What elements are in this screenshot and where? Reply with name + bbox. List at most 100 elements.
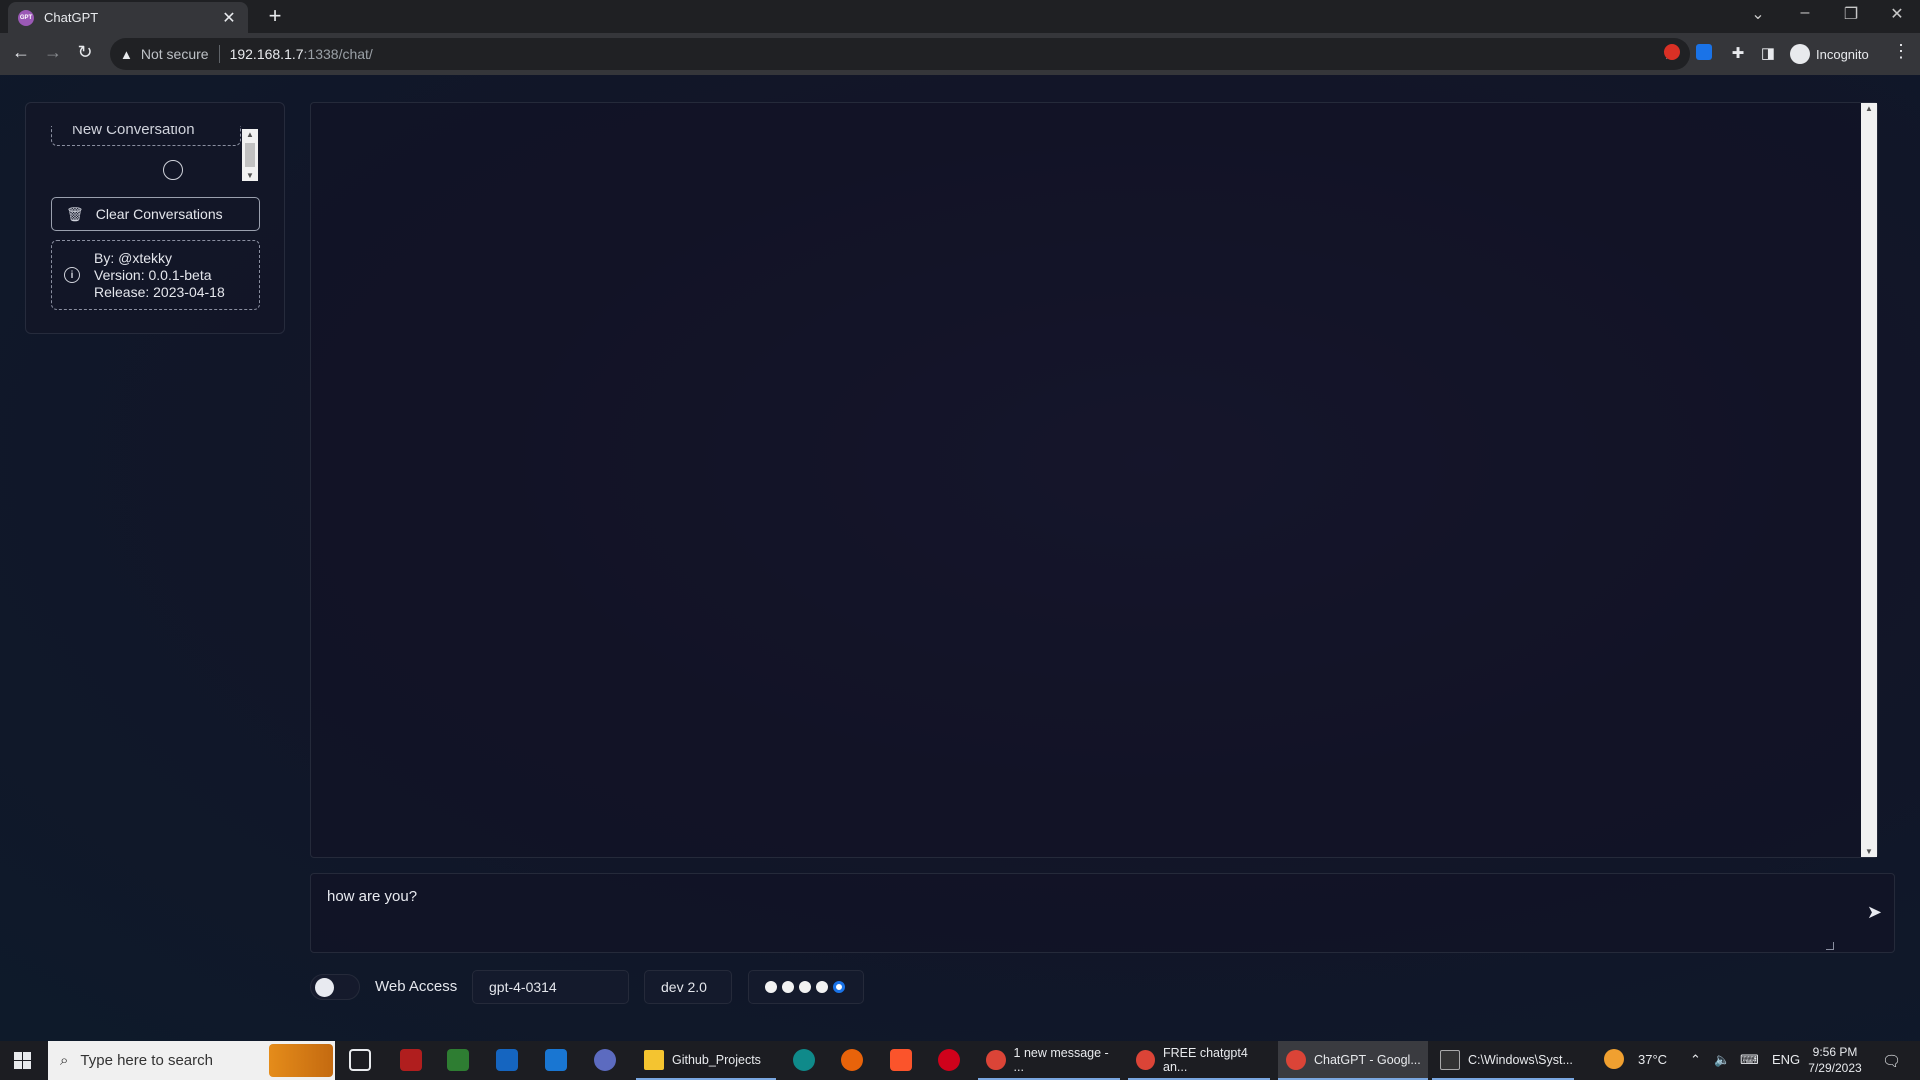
new-conversation-button[interactable]: New Conversation xyxy=(51,126,241,146)
incognito-profile-button[interactable]: Incognito xyxy=(1790,41,1869,67)
firefox-icon[interactable] xyxy=(841,1049,863,1071)
forward-arrow-icon[interactable]: → xyxy=(41,42,65,63)
edge-icon[interactable] xyxy=(793,1049,815,1071)
taskbar-item-label: C:\Windows\Syst... xyxy=(1468,1052,1573,1067)
version-text: Version: 0.0.1-beta xyxy=(94,266,212,283)
clock-date: 7/29/2023 xyxy=(1808,1061,1862,1075)
chat-page: New Conversation ▲ ▼ 🗑 Clear Conversatio… xyxy=(0,75,1920,1041)
app-purple-icon[interactable] xyxy=(594,1049,616,1071)
language-indicator[interactable]: ENG xyxy=(1772,1052,1800,1067)
url-host: 192.168.1.7 xyxy=(229,46,304,62)
style-radio-group xyxy=(748,970,864,1004)
clock-time: 9:56 PM xyxy=(1812,1045,1858,1059)
chrome-icon xyxy=(986,1049,1006,1070)
jailbreak-select[interactable]: dev 2.0 xyxy=(644,970,732,1004)
style-radio-2[interactable] xyxy=(782,981,794,993)
send-icon[interactable]: ➤ xyxy=(1867,902,1882,923)
style-radio-5[interactable] xyxy=(833,981,845,993)
weather-icon[interactable] xyxy=(1604,1049,1624,1069)
clear-conversations-label: Clear Conversations xyxy=(95,206,223,222)
incognito-label: Incognito xyxy=(1816,46,1869,62)
notifications-icon[interactable]: 🗨 xyxy=(1882,1052,1901,1070)
jailbreak-select-value: dev 2.0 xyxy=(661,979,707,995)
browser-tab[interactable]: GPT ChatGPT ✕ xyxy=(8,2,248,33)
taskbar-search-placeholder: Type here to search xyxy=(80,1052,213,1069)
keyboard-icon[interactable]: ⌨ xyxy=(1740,1052,1759,1068)
taskbar-item-github-projects[interactable]: Github_Projects xyxy=(636,1041,776,1080)
taskbar-search[interactable]: ⌕ Type here to search xyxy=(48,1041,335,1080)
model-select[interactable]: gpt-4-0314 xyxy=(472,970,629,1004)
model-select-value: gpt-4-0314 xyxy=(489,979,557,995)
tab-search-chevron-icon[interactable]: ⌄ xyxy=(1743,4,1773,24)
brave-icon[interactable] xyxy=(890,1049,912,1071)
scroll-up-arrow-icon[interactable]: ▲ xyxy=(1865,104,1873,113)
filezilla-icon[interactable] xyxy=(400,1049,422,1071)
app-green-icon[interactable] xyxy=(447,1049,469,1071)
weather-temp[interactable]: 37°C xyxy=(1638,1052,1667,1067)
toggle-knob xyxy=(315,978,334,997)
taskbar-item-label: 1 new message - ... xyxy=(1013,1045,1109,1074)
style-radio-1[interactable] xyxy=(765,981,777,993)
taskbar-item-chrome-3[interactable]: ChatGPT - Googl... xyxy=(1278,1041,1428,1080)
system-clock[interactable]: 9:56 PM 7/29/2023 xyxy=(1800,1044,1870,1076)
messages-area[interactable]: ▲ ▼ xyxy=(310,102,1878,858)
info-lines: By: @xtekky Version: 0.0.1-beta Release:… xyxy=(94,250,225,301)
style-radio-4[interactable] xyxy=(816,981,828,993)
close-window-button[interactable]: ✕ xyxy=(1882,4,1912,24)
terminal-icon xyxy=(1440,1049,1460,1070)
side-panel-icon[interactable]: ◨ xyxy=(1756,44,1780,62)
taskbar-item-label: Github_Projects xyxy=(672,1052,761,1067)
message-input-text[interactable]: how are you? xyxy=(327,888,417,905)
web-access-label: Web Access xyxy=(375,978,458,995)
back-arrow-icon[interactable]: ← xyxy=(9,42,33,63)
tray-chevron-icon[interactable]: ⌃ xyxy=(1690,1052,1701,1068)
windows-start-icon[interactable] xyxy=(14,1052,31,1069)
browser-menu-icon[interactable]: ⋮ xyxy=(1892,41,1910,62)
taskbar-item-cmd[interactable]: C:\Windows\Syst... xyxy=(1432,1041,1574,1080)
messages-scrollbar[interactable]: ▲ ▼ xyxy=(1861,103,1877,857)
security-label[interactable]: Not secure xyxy=(141,46,209,62)
extension-shield-icon[interactable] xyxy=(1696,44,1712,60)
reload-icon[interactable]: ↻ xyxy=(73,42,97,63)
store-icon[interactable] xyxy=(496,1049,518,1071)
browser-tab-bar: GPT ChatGPT ✕ + ⌄ – ❐ ✕ xyxy=(0,0,1920,33)
folder-icon xyxy=(644,1049,664,1070)
mail-icon[interactable] xyxy=(545,1049,567,1071)
taskbar-item-chrome-1[interactable]: 1 new message - ... xyxy=(978,1041,1120,1080)
resize-handle-icon[interactable] xyxy=(1826,942,1834,950)
scroll-down-arrow-icon[interactable]: ▼ xyxy=(246,171,254,180)
search-icon: ⌕ xyxy=(60,1052,69,1069)
chrome-icon xyxy=(1136,1049,1156,1070)
warning-triangle-icon[interactable]: ▲ xyxy=(120,47,133,62)
new-conversation-label: New Conversation xyxy=(72,126,195,138)
restore-button[interactable]: ❐ xyxy=(1836,4,1866,24)
info-icon: i xyxy=(64,267,80,283)
message-input[interactable]: how are you? ➤ xyxy=(310,873,1895,953)
app-info-box: i By: @xtekky Version: 0.0.1-beta Releas… xyxy=(51,240,260,310)
conversation-scrollbar[interactable]: ▲ ▼ xyxy=(242,129,258,181)
task-view-icon[interactable] xyxy=(349,1049,371,1071)
taskbar-item-chrome-2[interactable]: FREE chatgpt4 an... xyxy=(1128,1041,1270,1080)
clear-conversations-button[interactable]: 🗑 Clear Conversations xyxy=(51,197,260,231)
close-tab-icon[interactable]: ✕ xyxy=(220,8,238,28)
extension-red-icon[interactable] xyxy=(1664,44,1680,60)
opera-icon[interactable] xyxy=(938,1049,960,1071)
tab-title: ChatGPT xyxy=(44,10,99,25)
volume-icon[interactable]: 🔈 xyxy=(1714,1052,1730,1068)
taskbar-item-label: FREE chatgpt4 an... xyxy=(1163,1045,1248,1074)
conversation-list[interactable]: New Conversation xyxy=(51,126,261,182)
windows-taskbar: ⌕ Type here to search Github_Projects 1 … xyxy=(0,1041,1920,1080)
incognito-icon xyxy=(1790,44,1810,64)
scroll-thumb[interactable] xyxy=(245,143,255,167)
chrome-icon xyxy=(1286,1049,1306,1070)
address-bar[interactable]: ▲ Not secure 192.168.1.7 :1338/chat/ ☆ xyxy=(110,38,1690,70)
web-access-toggle[interactable] xyxy=(310,974,360,1000)
minimize-button[interactable]: – xyxy=(1790,4,1820,22)
release-text: Release: 2023-04-18 xyxy=(94,283,225,300)
new-tab-button[interactable]: + xyxy=(262,3,288,29)
taskbar-item-label: ChatGPT - Googl... xyxy=(1314,1052,1421,1067)
extensions-puzzle-icon[interactable]: ✚ xyxy=(1726,44,1750,62)
style-radio-3[interactable] xyxy=(799,981,811,993)
scroll-down-arrow-icon[interactable]: ▼ xyxy=(1865,847,1873,856)
scroll-up-arrow-icon[interactable]: ▲ xyxy=(246,130,254,139)
